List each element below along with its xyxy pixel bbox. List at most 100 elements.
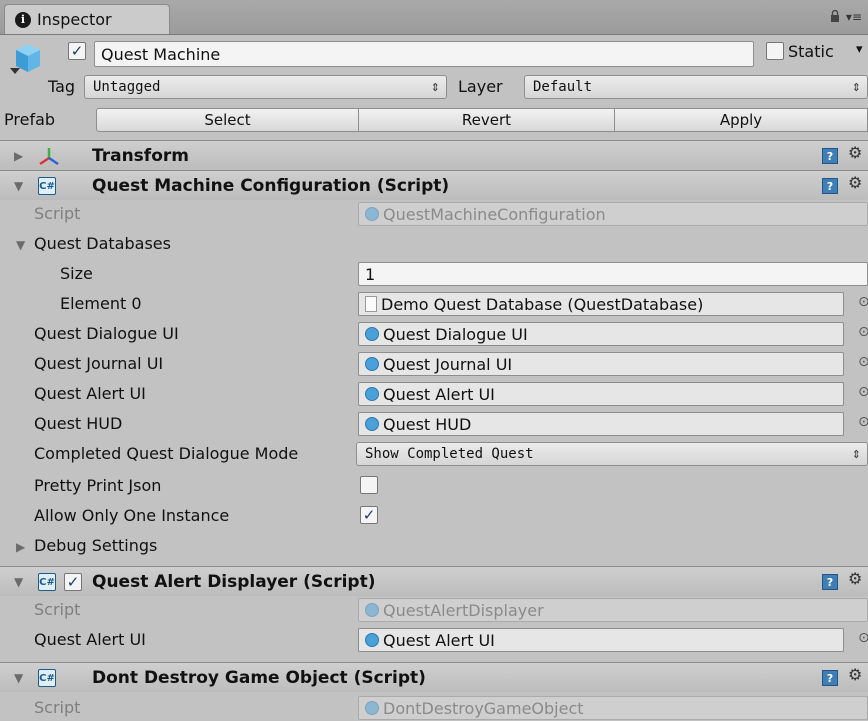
quest-alert-displayer-header[interactable]: ▼ C# ✓ Quest Alert Displayer (Script) ? … xyxy=(0,566,868,596)
quest-databases-label[interactable]: Quest Databases xyxy=(34,234,171,253)
alert-ui-field[interactable]: Quest Alert UI xyxy=(358,382,844,406)
gameobject-icon-dropdown-arrow[interactable] xyxy=(10,68,20,75)
layer-dropdown-arrows: ⇕ xyxy=(851,80,861,94)
tag-dropdown[interactable]: Untagged ⇕ xyxy=(84,75,447,99)
gear-icon[interactable]: ⚙ xyxy=(848,569,862,588)
size-field[interactable]: 1 xyxy=(358,262,868,286)
alert-displayer-alert-ui-field[interactable]: Quest Alert UI xyxy=(358,628,844,652)
gear-icon[interactable]: ⚙ xyxy=(848,173,862,192)
layer-dropdown[interactable]: Default ⇕ xyxy=(524,75,868,99)
tag-dropdown-arrows: ⇕ xyxy=(430,80,440,94)
dont-destroy-script-value: DontDestroyGameObject xyxy=(383,698,584,718)
journal-ui-field[interactable]: Quest Journal UI xyxy=(358,352,844,376)
dialogue-ui-field[interactable]: Quest Dialogue UI xyxy=(358,322,844,346)
alert-displayer-script-field: QuestAlertDisplayer xyxy=(358,598,868,622)
alert-displayer-title: Quest Alert Displayer (Script) xyxy=(92,572,376,592)
database-asset-icon xyxy=(365,296,377,312)
element0-field[interactable]: Demo Quest Database (QuestDatabase) xyxy=(358,292,844,316)
alert-displayer-script-label: Script xyxy=(34,600,81,619)
dialogue-ui-label: Quest Dialogue UI xyxy=(34,324,179,343)
dont-destroy-script-field: DontDestroyGameObject xyxy=(358,696,868,720)
object-picker-icon[interactable]: ⊙ xyxy=(858,630,868,646)
object-picker-icon[interactable]: ⊙ xyxy=(858,354,868,370)
component-object-icon xyxy=(365,633,379,647)
one-instance-checkbox[interactable]: ✓ xyxy=(360,506,378,524)
component-object-icon xyxy=(365,327,379,341)
script-object-icon xyxy=(365,701,379,715)
csharp-script-icon: C# xyxy=(38,573,56,591)
completed-mode-dropdown[interactable]: Show Completed Quest ⇕ xyxy=(356,442,868,466)
alert-displayer-script-value: QuestAlertDisplayer xyxy=(383,600,544,620)
config-title: Quest Machine Configuration (Script) xyxy=(92,176,450,196)
transform-title: Transform xyxy=(92,146,189,166)
prefab-revert-button[interactable]: Revert xyxy=(358,108,615,132)
quest-machine-config-header[interactable]: ▼ C# Quest Machine Configuration (Script… xyxy=(0,170,868,200)
pretty-print-label: Pretty Print Json xyxy=(34,476,162,495)
completed-mode-dropdown-arrows: ⇕ xyxy=(851,447,861,461)
inspector-tab[interactable]: i Inspector xyxy=(4,4,170,34)
layer-label: Layer xyxy=(458,77,503,96)
inspector-tab-label: Inspector xyxy=(37,10,112,29)
static-checkbox[interactable] xyxy=(766,42,784,60)
alert-displayer-foldout-arrow[interactable]: ▼ xyxy=(14,575,23,589)
object-picker-icon[interactable]: ⊙ xyxy=(858,324,868,340)
help-icon[interactable]: ? xyxy=(822,178,838,194)
element0-label: Element 0 xyxy=(60,294,142,313)
size-label: Size xyxy=(60,264,93,283)
tag-label: Tag xyxy=(48,77,76,96)
static-label[interactable]: Static xyxy=(788,42,834,61)
transform-axes-icon xyxy=(39,148,59,166)
config-foldout-arrow[interactable]: ▼ xyxy=(14,179,23,193)
inspector-tab-bar: i Inspector ▾≡ xyxy=(0,0,868,35)
one-instance-label: Allow Only One Instance xyxy=(34,506,230,525)
alert-ui-value: Quest Alert UI xyxy=(383,384,495,404)
object-picker-icon[interactable]: ⊙ xyxy=(858,294,868,310)
script-object-icon xyxy=(365,207,379,221)
transform-header[interactable]: ▶ Transform ? ⚙ xyxy=(0,140,868,170)
component-object-icon xyxy=(365,357,379,371)
dont-destroy-header[interactable]: ▼ C# Dont Destroy Game Object (Script) ?… xyxy=(0,662,868,692)
completed-mode-value: Show Completed Quest xyxy=(365,446,534,462)
help-icon[interactable]: ? xyxy=(822,148,838,164)
config-script-label: Script xyxy=(34,204,81,223)
hud-label: Quest HUD xyxy=(34,414,123,433)
alert-displayer-alert-ui-label: Quest Alert UI xyxy=(34,630,146,649)
journal-ui-value: Quest Journal UI xyxy=(383,354,513,374)
layer-value: Default xyxy=(533,79,593,95)
completed-mode-label: Completed Quest Dialogue Mode xyxy=(34,444,299,463)
dont-destroy-script-label: Script xyxy=(34,698,81,717)
component-object-icon xyxy=(365,387,379,401)
gear-icon[interactable]: ⚙ xyxy=(848,665,862,684)
prefab-label: Prefab xyxy=(4,110,56,129)
debug-settings-label[interactable]: Debug Settings xyxy=(34,536,157,555)
alert-ui-label: Quest Alert UI xyxy=(34,384,146,403)
gameobject-name-field[interactable]: Quest Machine xyxy=(94,41,754,67)
prefab-select-button[interactable]: Select xyxy=(96,108,359,132)
gear-icon[interactable]: ⚙ xyxy=(848,143,862,162)
dont-destroy-foldout-arrow[interactable]: ▼ xyxy=(14,671,23,685)
alert-displayer-alert-ui-value: Quest Alert UI xyxy=(383,630,495,650)
dont-destroy-title: Dont Destroy Game Object (Script) xyxy=(92,668,426,688)
dialogue-ui-value: Quest Dialogue UI xyxy=(383,324,528,344)
object-picker-icon[interactable]: ⊙ xyxy=(858,414,868,430)
script-object-icon xyxy=(365,603,379,617)
context-menu-icon[interactable]: ▾≡ xyxy=(846,10,862,24)
element0-value: Demo Quest Database (QuestDatabase) xyxy=(381,294,704,314)
lock-icon[interactable] xyxy=(830,10,840,22)
debug-settings-foldout-arrow[interactable]: ▶ xyxy=(16,540,25,554)
config-script-value: QuestMachineConfiguration xyxy=(383,204,606,224)
transform-foldout-arrow[interactable]: ▶ xyxy=(14,149,23,163)
hud-field[interactable]: Quest HUD xyxy=(358,412,844,436)
help-icon[interactable]: ? xyxy=(822,670,838,686)
gameobject-active-checkbox[interactable]: ✓ xyxy=(68,42,86,60)
config-script-field: QuestMachineConfiguration xyxy=(358,202,868,226)
component-object-icon xyxy=(365,417,379,431)
alert-displayer-enabled-checkbox[interactable]: ✓ xyxy=(64,573,82,591)
static-dropdown-arrow[interactable]: ▾ xyxy=(856,42,863,57)
object-picker-icon[interactable]: ⊙ xyxy=(858,384,868,400)
help-icon[interactable]: ? xyxy=(822,574,838,590)
prefab-apply-button[interactable]: Apply xyxy=(614,108,868,132)
hud-value: Quest HUD xyxy=(383,414,472,434)
pretty-print-checkbox[interactable] xyxy=(360,476,378,494)
quest-databases-foldout-arrow[interactable]: ▼ xyxy=(16,238,25,252)
